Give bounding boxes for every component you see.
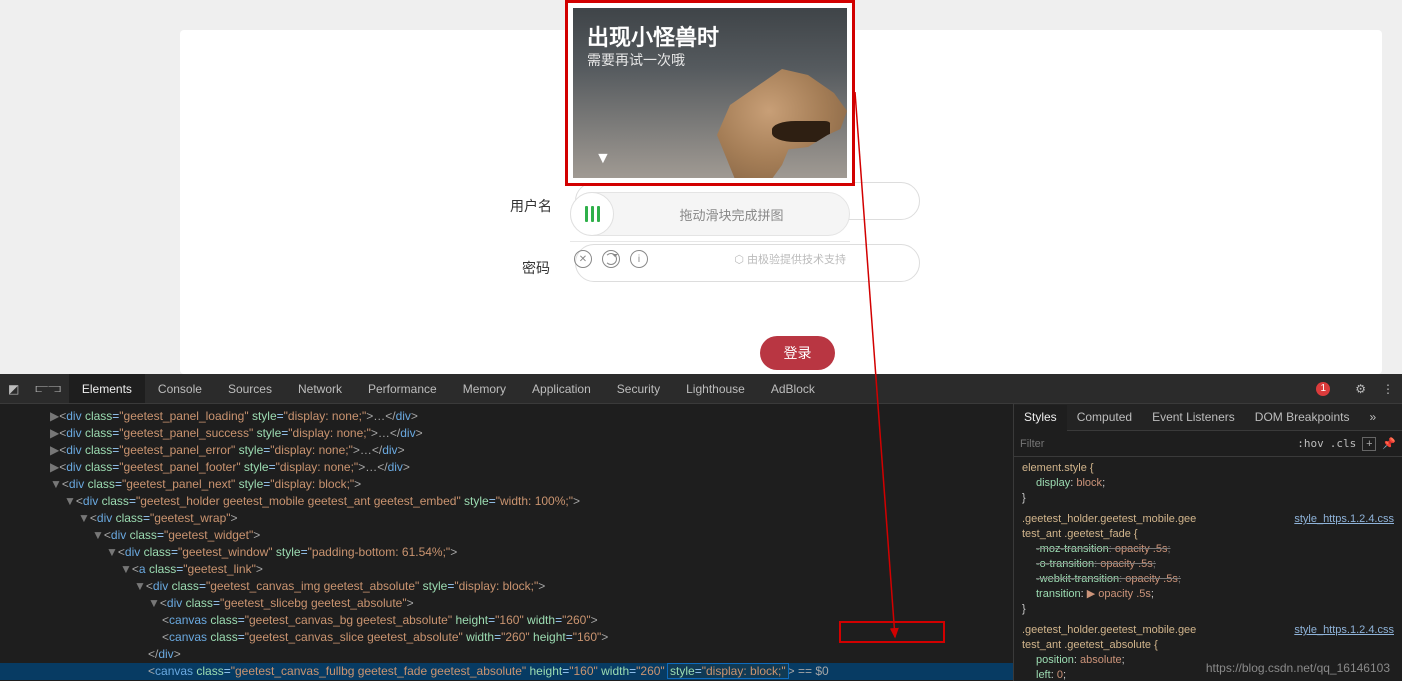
stab-breakpoints[interactable]: DOM Breakpoints — [1245, 404, 1360, 430]
tab-memory[interactable]: Memory — [450, 374, 519, 403]
close-icon[interactable]: ✕ — [574, 250, 592, 268]
tab-performance[interactable]: Performance — [355, 374, 450, 403]
info-icon[interactable]: i — [630, 250, 648, 268]
dom-node[interactable]: <canvas class="geetest_canvas_slice geet… — [0, 629, 1013, 646]
dom-node[interactable]: <canvas class="geetest_canvas_bg geetest… — [0, 612, 1013, 629]
device-icon[interactable]: ⫍⫎ — [27, 374, 69, 403]
captcha-footer: ✕ i ⬡ 由极验提供技术支持 — [570, 241, 850, 272]
hov-chip[interactable]: :hov — [1297, 437, 1324, 450]
side-tabs: Styles Computed Event Listeners DOM Brea… — [1014, 404, 1402, 431]
cls-chip[interactable]: .cls — [1330, 437, 1357, 450]
shield-icon: ⬡ — [734, 253, 744, 266]
username-label: 用户名 — [510, 196, 552, 216]
tab-console[interactable]: Console — [145, 374, 215, 403]
dom-node[interactable]: ▶<div class="geetest_panel_success" styl… — [0, 425, 1013, 442]
dom-node[interactable]: ▶<div class="geetest_panel_error" style=… — [0, 442, 1013, 459]
filter-input[interactable] — [1020, 438, 1291, 450]
error-indicator[interactable]: 1 — [1303, 374, 1347, 403]
stab-more[interactable]: » — [1359, 404, 1386, 430]
stab-listeners[interactable]: Event Listeners — [1142, 404, 1245, 430]
dom-node[interactable]: ▼<div class="geetest_wrap"> — [0, 510, 1013, 527]
devtools: ◩ ⫍⫎ Elements Console Sources Network Pe… — [0, 374, 1402, 681]
captcha-subtitle: 需要再试一次哦 — [587, 50, 685, 70]
captcha-brand: ⬡ 由极验提供技术支持 — [734, 251, 846, 267]
tab-security[interactable]: Security — [604, 374, 673, 403]
devtools-body: ▶<div class="geetest_panel_loading" styl… — [0, 404, 1402, 681]
slider-handle[interactable] — [570, 192, 614, 236]
dom-node[interactable]: ▶<div class="geetest_panel_loading" styl… — [0, 408, 1013, 425]
styles-pane: Styles Computed Event Listeners DOM Brea… — [1013, 404, 1402, 681]
dinosaur-graphic — [717, 63, 847, 178]
password-label: 密码 — [522, 258, 550, 278]
captcha-panel: 出现小怪兽时 需要再试一次哦 ▼ 拖动滑块完成拼图 ✕ i ⬡ 由极验提供技术支… — [565, 0, 855, 272]
tab-lighthouse[interactable]: Lighthouse — [673, 374, 758, 403]
tab-network[interactable]: Network — [285, 374, 355, 403]
pin-icon[interactable]: 📌 — [1382, 437, 1396, 450]
captcha-title: 出现小怪兽时 — [587, 20, 719, 52]
dom-node[interactable]: ▼<div class="geetest_canvas_img geetest_… — [0, 578, 1013, 595]
gear-icon[interactable]: ⚙ — [1347, 374, 1374, 403]
filter-row: :hov .cls + 📌 — [1014, 431, 1402, 457]
slider-bars-icon — [585, 206, 600, 222]
captcha-image-box: 出现小怪兽时 需要再试一次哦 ▼ — [565, 0, 855, 186]
dom-node[interactable]: </div> — [0, 646, 1013, 663]
slider-hint: 拖动滑块完成拼图 — [614, 205, 849, 224]
tab-application[interactable]: Application — [519, 374, 604, 403]
devtools-tabs: ◩ ⫍⫎ Elements Console Sources Network Pe… — [0, 374, 1402, 404]
watermark: https://blog.csdn.net/qq_16146103 — [1206, 661, 1390, 675]
dom-node[interactable]: ▶<div class="geetest_panel_footer" style… — [0, 459, 1013, 476]
dom-node[interactable]: ▼<div class="geetest_widget"> — [0, 527, 1013, 544]
new-rule-button[interactable]: + — [1362, 437, 1376, 451]
tab-elements[interactable]: Elements — [69, 374, 145, 403]
dom-node[interactable]: ▼<div class="geetest_window" style="padd… — [0, 544, 1013, 561]
dom-node[interactable]: ▼<div class="geetest_panel_next" style="… — [0, 476, 1013, 493]
login-button[interactable]: 登录 — [760, 336, 835, 370]
slider-track: 拖动滑块完成拼图 — [570, 192, 850, 236]
dom-node[interactable]: ▼<div class="geetest_holder geetest_mobi… — [0, 493, 1013, 510]
tab-adblock[interactable]: AdBlock — [758, 374, 828, 403]
captcha-image: 出现小怪兽时 需要再试一次哦 ▼ — [573, 8, 847, 178]
stab-computed[interactable]: Computed — [1067, 404, 1142, 430]
dom-node[interactable]: <canvas class="geetest_canvas_fullbg gee… — [0, 663, 1013, 680]
refresh-icon[interactable] — [602, 250, 620, 268]
style-rules[interactable]: element.style {display: block;}style_htt… — [1014, 457, 1402, 681]
stab-styles[interactable]: Styles — [1014, 405, 1067, 431]
more-icon[interactable]: ⋮ — [1374, 374, 1402, 403]
down-arrow-icon: ▼ — [595, 150, 611, 168]
dom-node[interactable]: ▼<a class="geetest_link"> — [0, 561, 1013, 578]
page-upper: 用户名 密码 登录 出现小怪兽时 需要再试一次哦 ▼ 拖动滑块完成拼图 ✕ i — [0, 0, 1402, 374]
dom-tree[interactable]: ▶<div class="geetest_panel_loading" styl… — [0, 404, 1013, 681]
dom-node[interactable]: ▼<div class="geetest_slicebg geetest_abs… — [0, 595, 1013, 612]
tab-sources[interactable]: Sources — [215, 374, 285, 403]
inspect-icon[interactable]: ◩ — [0, 374, 27, 403]
